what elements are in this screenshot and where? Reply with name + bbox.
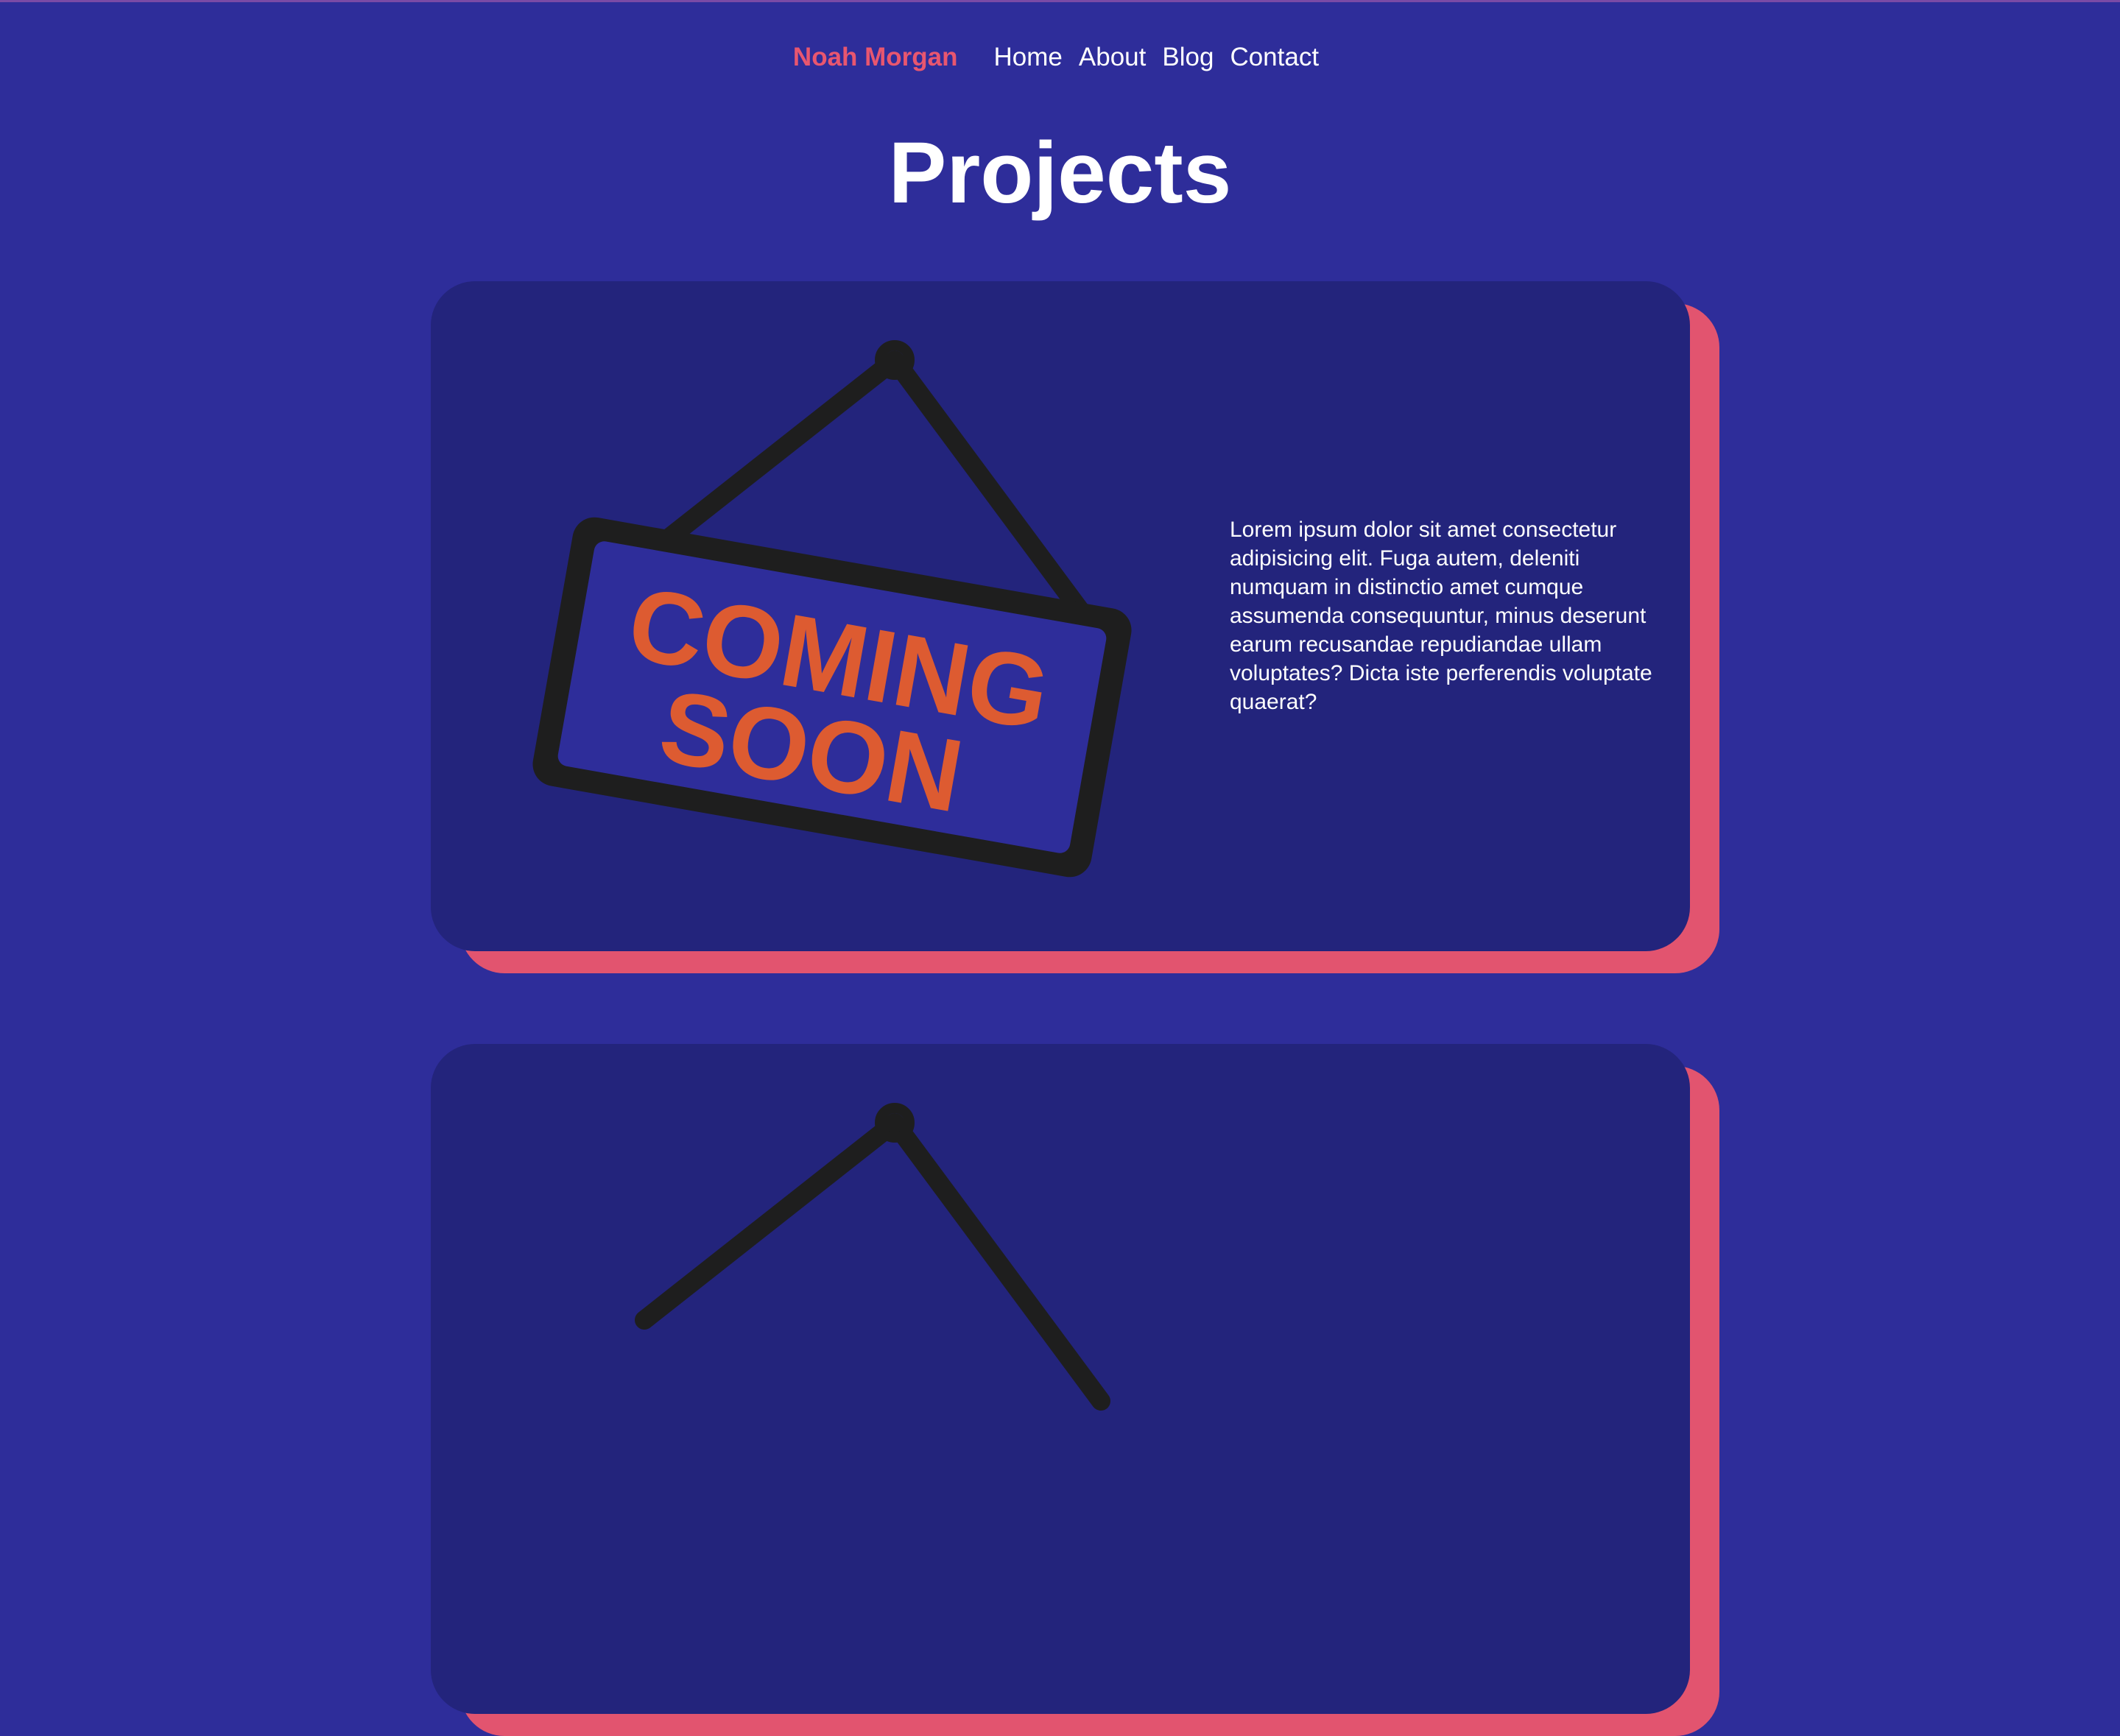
top-accent-line [0, 0, 2120, 2]
nav-link-home[interactable]: Home [994, 43, 1063, 72]
project-card-body[interactable] [431, 1044, 1690, 1714]
nav-link-about[interactable]: About [1079, 43, 1146, 72]
project-card-body[interactable]: COMING SOON Lorem ipsum dolor sit amet c… [431, 281, 1690, 951]
page-title: Projects [888, 124, 1232, 222]
nav-link-contact[interactable]: Contact [1230, 43, 1319, 72]
brand-link[interactable]: Noah Morgan [793, 43, 958, 72]
coming-soon-sign-icon [635, 1103, 1110, 1411]
project-description: Lorem ipsum dolor sit amet consectetur a… [1230, 518, 1652, 714]
coming-soon-sign-icon: COMING SOON [532, 340, 1132, 878]
project-card [431, 1044, 1719, 1736]
project-card: COMING SOON Lorem ipsum dolor sit amet c… [431, 281, 1719, 973]
nav-link-blog[interactable]: Blog [1162, 43, 1214, 72]
top-nav: Noah Morgan Home About Blog Contact [0, 43, 2120, 72]
